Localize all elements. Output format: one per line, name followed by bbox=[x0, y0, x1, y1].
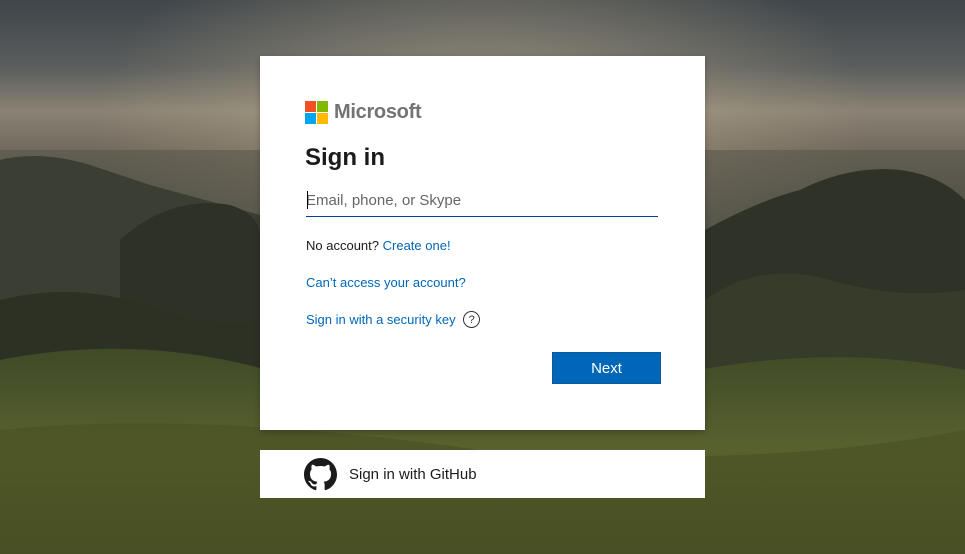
logo-square-red bbox=[305, 100, 316, 112]
email-field[interactable] bbox=[306, 184, 658, 217]
github-icon bbox=[304, 457, 337, 490]
brand-name: Microsoft bbox=[334, 100, 422, 123]
security-key-row: Sign in with a security key ? bbox=[306, 311, 481, 329]
create-account-link[interactable]: Create one! bbox=[383, 238, 451, 253]
cant-access-account-link[interactable]: Can’t access your account? bbox=[306, 275, 466, 290]
next-button[interactable]: Next bbox=[552, 352, 661, 384]
sign-in-card: Microsoft Sign in No account? Create one… bbox=[260, 56, 705, 430]
text-caret bbox=[307, 191, 308, 209]
cant-access-row: Can’t access your account? bbox=[306, 275, 466, 290]
page-title: Sign in bbox=[305, 144, 385, 171]
help-icon[interactable]: ? bbox=[463, 311, 481, 329]
github-signin-label: Sign in with GitHub bbox=[349, 465, 477, 483]
github-signin-button[interactable]: Sign in with GitHub bbox=[260, 450, 705, 498]
microsoft-logo-icon bbox=[305, 100, 328, 124]
logo-square-blue bbox=[305, 112, 316, 124]
no-account-row: No account? Create one! bbox=[306, 238, 451, 253]
logo-square-yellow bbox=[317, 112, 328, 124]
security-key-link[interactable]: Sign in with a security key bbox=[306, 312, 456, 327]
logo-square-green bbox=[317, 100, 328, 112]
no-account-text: No account? bbox=[306, 238, 379, 253]
microsoft-logo: Microsoft bbox=[305, 100, 422, 124]
